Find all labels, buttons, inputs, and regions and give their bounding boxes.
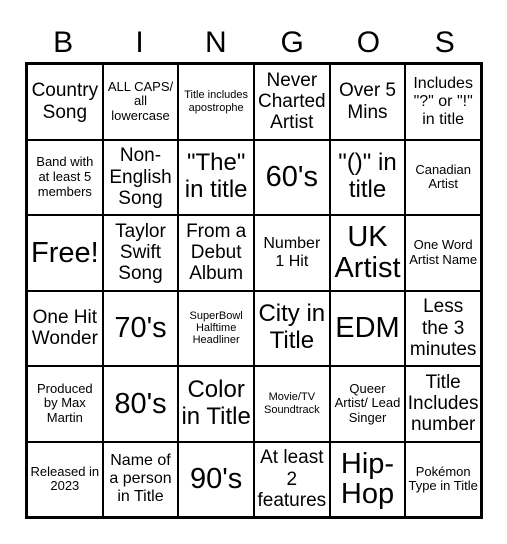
bingo-cell[interactable]: Color in Title	[178, 366, 254, 442]
bingo-cell[interactable]: Produced by Max Martin	[27, 366, 103, 442]
bingo-cell-label: Title Includes number	[407, 371, 479, 436]
header-letter: G	[280, 26, 304, 59]
bingo-cell-label: Queer Artist/ Lead Singer	[334, 380, 401, 426]
header-letter: B	[53, 26, 74, 59]
bingo-cell[interactable]: Pokémon Type in Title	[405, 441, 481, 517]
bingo-cell-label: Canadian Artist	[415, 161, 471, 192]
bingo-cell[interactable]: From a Debut Album	[178, 215, 254, 291]
bingo-cell[interactable]: Includes "?" or "!" in title	[405, 64, 481, 140]
bingo-cell[interactable]: SuperBowl Halftime Headliner	[178, 290, 254, 366]
bingo-cell-label: Hip-Hop	[340, 447, 395, 511]
bingo-cell-label: "()" in title	[338, 149, 397, 204]
bingo-cell-label: 90's	[190, 463, 243, 496]
bingo-cell[interactable]: Taylor Swift Song	[102, 215, 179, 291]
bingo-cell-label: UK Artist	[334, 221, 401, 284]
header-letter: N	[204, 26, 227, 59]
bingo-cell-label: 80's	[114, 387, 167, 420]
bingo-cell-label: Released in 2023	[30, 463, 100, 494]
bingo-cell-label: ALL CAPS/ all lowercase	[107, 78, 174, 124]
bingo-cell[interactable]: Less the 3 minutes	[405, 290, 481, 366]
bingo-cell-label: Pokémon Type in Title	[408, 463, 478, 494]
bingo-cell[interactable]: Canadian Artist	[405, 139, 481, 215]
bingo-cell-label: Title includes apostrophe	[184, 89, 249, 114]
bingo-cell[interactable]: Title Includes number	[405, 366, 481, 442]
bingo-cell-label: Over 5 Mins	[338, 80, 396, 123]
bingo-cell[interactable]: Over 5 Mins	[329, 64, 406, 140]
bingo-cell-label: Less the 3 minutes	[409, 296, 477, 360]
bingo-cell-label: From a Debut Album	[186, 220, 247, 285]
bingo-cell-label: Taylor Swift Song	[115, 220, 166, 285]
bingo-cell-label: One Hit Wonder	[31, 306, 98, 350]
bingo-cell[interactable]: 60's	[253, 139, 330, 215]
bingo-cell[interactable]: Number 1 Hit	[253, 215, 330, 291]
bingo-cell-label: 70's	[114, 312, 167, 345]
bingo-cell[interactable]: 80's	[102, 366, 179, 442]
bingo-cell-label: Produced by Max Martin	[37, 380, 93, 426]
header-letter: O	[356, 26, 381, 59]
bingo-cell[interactable]: Free!	[27, 215, 103, 291]
bingo-cell[interactable]: "()" in title	[329, 139, 406, 215]
bingo-cell[interactable]: ALL CAPS/ all lowercase	[102, 64, 179, 140]
bingo-grid: Country Song ALL CAPS/ all lowercase Title…	[25, 62, 483, 519]
bingo-cell[interactable]: At least 2 features	[253, 441, 330, 517]
bingo-cell-label: Movie/TV Soundtrack	[263, 391, 320, 416]
bingo-cell[interactable]: UK Artist	[329, 215, 406, 291]
bingo-cell[interactable]: EDM	[329, 290, 406, 366]
bingo-cell[interactable]: "The" in title	[178, 139, 254, 215]
bingo-cell[interactable]: Released in 2023	[27, 441, 103, 517]
bingo-cell[interactable]: 90's	[178, 441, 254, 517]
bingo-cell-label: EDM	[335, 312, 400, 345]
bingo-cell-label: 60's	[265, 161, 318, 194]
bingo-cell-label: City in Title	[258, 300, 326, 355]
bingo-cell-label: At least 2 features	[257, 447, 327, 511]
bingo-cell-label: Country Song	[31, 80, 99, 123]
bingo-cell[interactable]: Name of a person in Title	[102, 441, 179, 517]
bingo-cell-label: SuperBowl Halftime Headliner	[189, 309, 243, 347]
bingo-cell[interactable]: City in Title	[253, 290, 330, 366]
bingo-cell[interactable]: Never Charted Artist	[253, 64, 330, 140]
bingo-cell-label: Free!	[30, 236, 99, 269]
bingo-cell[interactable]: Country Song	[27, 64, 103, 140]
bingo-cell-label: Includes "?" or "!" in title	[413, 74, 473, 128]
bingo-cell[interactable]: Band with at least 5 members	[27, 139, 103, 215]
bingo-header: B I N G O S	[25, 26, 483, 62]
bingo-cell[interactable]: Queer Artist/ Lead Singer	[329, 366, 406, 442]
bingo-cell-label: Color in Title	[181, 375, 251, 430]
bingo-cell[interactable]: 70's	[102, 290, 179, 366]
bingo-cell-label: Name of a person in Title	[109, 452, 172, 506]
bingo-cell-label: "The" in title	[184, 149, 248, 204]
bingo-cell-label: Number 1 Hit	[263, 234, 321, 270]
bingo-cell-label: One Word Artist Name	[409, 237, 478, 267]
bingo-cell-label: Band with at least 5 members	[36, 154, 94, 199]
bingo-cell[interactable]: One Hit Wonder	[27, 290, 103, 366]
bingo-cell[interactable]: Title includes apostrophe	[178, 64, 254, 140]
header-letter: I	[135, 26, 144, 59]
bingo-cell[interactable]: Non-English Song	[102, 139, 179, 215]
bingo-cell[interactable]: Hip-Hop	[329, 441, 406, 517]
bingo-cell-label: Non-English Song	[109, 145, 172, 209]
bingo-cell[interactable]: One Word Artist Name	[405, 215, 481, 291]
bingo-cell-label: Never Charted Artist	[258, 69, 326, 134]
header-letter: S	[434, 26, 455, 59]
bingo-cell[interactable]: Movie/TV Soundtrack	[253, 366, 330, 442]
